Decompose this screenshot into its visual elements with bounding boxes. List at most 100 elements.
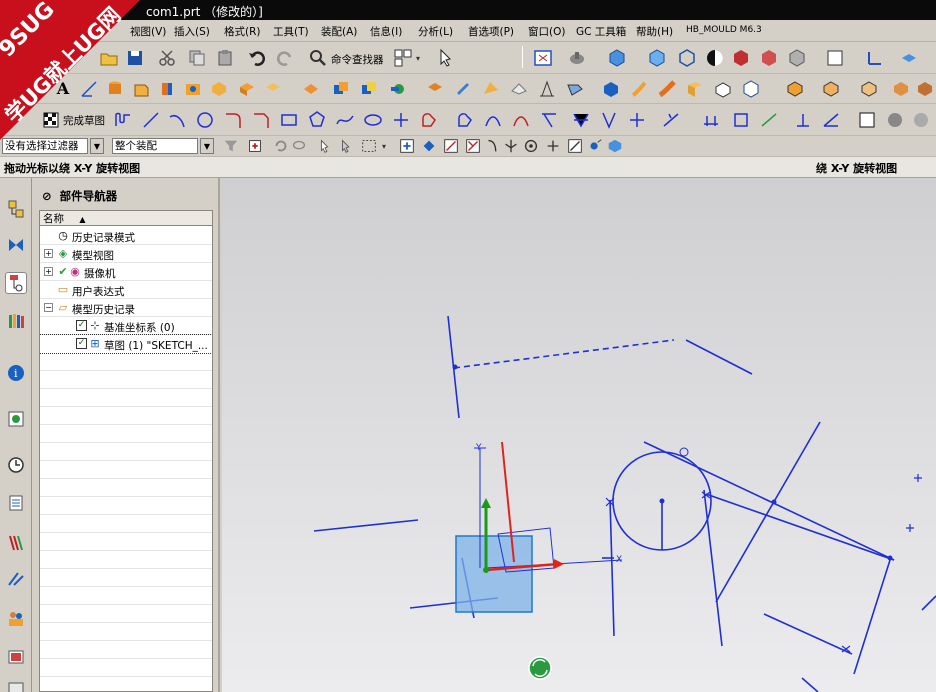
chevron-down-icon[interactable]: ▾	[382, 142, 386, 151]
selection-scope-select[interactable]: 整个装配	[112, 138, 198, 154]
constraint-navigator-icon[interactable]	[5, 234, 27, 256]
reuse-library-icon[interactable]	[5, 310, 27, 332]
menu-information[interactable]: 信息(I)	[370, 24, 402, 39]
snap-midpoint-icon[interactable]	[420, 136, 438, 156]
quick-extend-icon[interactable]	[510, 109, 532, 131]
select-feature-icon[interactable]	[316, 136, 334, 156]
tree-item-datum-csys[interactable]: ✓ ⊹ 基准坐标系 (0)	[40, 317, 212, 335]
csys-cube[interactable]	[455, 535, 533, 613]
pattern-feature-icon[interactable]	[600, 78, 622, 100]
trim-body-icon[interactable]	[480, 78, 502, 100]
sew-icon[interactable]	[508, 78, 530, 100]
pocket-icon[interactable]	[236, 78, 258, 100]
sketch-line[interactable]	[609, 499, 615, 637]
history-palette-icon[interactable]	[5, 454, 27, 476]
menu-insert[interactable]: 插入(S)	[174, 24, 210, 39]
profile-icon[interactable]	[112, 109, 134, 131]
selection-scope-dropdown-icon[interactable]: ▼	[200, 138, 214, 154]
make-corner-icon[interactable]	[538, 109, 560, 131]
roles-icon[interactable]	[5, 608, 27, 630]
command-finder-label[interactable]: 命令查找器	[331, 52, 384, 67]
through-curves-icon[interactable]	[712, 78, 734, 100]
horizontal-dim-icon[interactable]	[700, 109, 722, 131]
angular-dim-icon[interactable]	[820, 109, 842, 131]
menu-format[interactable]: 格式(R)	[224, 24, 261, 39]
palette-icon[interactable]	[5, 678, 27, 692]
snap-intersection-icon[interactable]	[464, 136, 482, 156]
sketch-line[interactable]	[715, 421, 821, 603]
cylinder-icon[interactable]	[104, 78, 126, 100]
sketch-line[interactable]	[643, 441, 895, 561]
sketch-properties-icon[interactable]	[856, 109, 878, 131]
shaded-cube-icon[interactable]	[606, 47, 628, 69]
select-body-icon[interactable]	[338, 136, 356, 156]
extrude-icon[interactable]	[130, 78, 152, 100]
process-studio-icon[interactable]	[5, 532, 27, 554]
mirror-feature-icon[interactable]	[628, 78, 650, 100]
save-icon[interactable]	[124, 47, 146, 69]
hole-icon[interactable]	[182, 78, 204, 100]
sketch-point[interactable]	[679, 447, 689, 457]
collapse-toggle[interactable]: −	[44, 303, 53, 312]
background-color-icon[interactable]	[824, 47, 846, 69]
graphics-window[interactable]: Y X	[222, 178, 936, 692]
visibility-checkbox[interactable]: ✓	[76, 338, 87, 349]
pad-icon[interactable]	[262, 78, 284, 100]
tree-item-sketch[interactable]: ✓ ⊞ 草图 (1) "SKETCH_...	[40, 334, 212, 354]
cursor-select-icon[interactable]	[436, 47, 458, 69]
hd3d-tools-icon[interactable]: i	[5, 362, 27, 384]
part-navigator-icon[interactable]	[5, 272, 27, 294]
assembly-navigator-icon[interactable]	[5, 198, 27, 220]
offset-curve-icon[interactable]	[418, 109, 440, 131]
snap-point-on-curve-icon[interactable]	[566, 136, 584, 156]
finish-sketch-label[interactable]: 完成草图	[63, 113, 105, 128]
command-finder-icon[interactable]	[306, 47, 330, 69]
web-browser-icon[interactable]	[5, 408, 27, 430]
instance-geometry-icon[interactable]	[890, 78, 912, 100]
animate-dimension-icon[interactable]	[660, 109, 682, 131]
lasso-icon[interactable]	[290, 136, 308, 156]
extract-geometry-icon[interactable]	[784, 78, 806, 100]
sketch-canvas[interactable]: Y X	[222, 178, 936, 692]
edge-blend-icon[interactable]	[388, 78, 410, 100]
ellipse-icon[interactable]	[362, 109, 384, 131]
menu-analysis[interactable]: 分析(L)	[418, 24, 453, 39]
fillet-icon[interactable]	[222, 109, 244, 131]
draft-icon[interactable]	[536, 78, 558, 100]
menu-gc-toolbox[interactable]: GC 工具箱	[576, 24, 626, 39]
menu-hb-mould[interactable]: HB_MOULD M6.3	[686, 25, 762, 35]
redo-icon[interactable]	[274, 47, 296, 69]
hidden-edges-icon[interactable]	[676, 47, 698, 69]
bounded-plane-icon[interactable]	[740, 78, 762, 100]
open-icon[interactable]	[98, 47, 120, 69]
sketch-line[interactable]	[921, 595, 936, 611]
undo-select-icon[interactable]	[272, 136, 290, 156]
snap-tangent-icon[interactable]	[522, 136, 540, 156]
rectangle-icon[interactable]	[278, 109, 300, 131]
offset-face-icon[interactable]	[564, 78, 586, 100]
snap-bounded-grid-icon[interactable]	[606, 136, 624, 156]
text-tool-icon[interactable]: A	[52, 78, 74, 100]
replace-face-icon[interactable]	[914, 78, 936, 100]
ruled-surface-icon[interactable]	[684, 78, 706, 100]
thread-icon[interactable]	[300, 78, 322, 100]
snap-point-icon[interactable]	[246, 136, 264, 156]
auto-constrain-icon[interactable]	[598, 109, 620, 131]
revolve-icon[interactable]	[156, 78, 178, 100]
type-filter-dropdown-icon[interactable]: ▼	[90, 138, 104, 154]
datum-axis-icon[interactable]	[78, 78, 100, 100]
undo-icon[interactable]	[246, 47, 268, 69]
sketch-line[interactable]	[703, 489, 723, 647]
chamfer-icon[interactable]	[424, 78, 446, 100]
tree-item-user-expressions[interactable]: ▭ 用户表达式	[40, 281, 212, 299]
fit-view-icon[interactable]	[532, 47, 554, 69]
clip-section-icon[interactable]	[786, 47, 808, 69]
tree-item-model-views[interactable]: + ◈ 模型视图	[40, 245, 212, 263]
quick-trim-icon[interactable]	[482, 109, 504, 131]
expand-toggle[interactable]: +	[44, 267, 53, 276]
menu-window[interactable]: 窗口(O)	[528, 24, 565, 39]
column-header-name[interactable]: 名称 ▲	[40, 211, 212, 226]
tree-item-cameras[interactable]: + ✔ ◉ 摄像机	[40, 263, 212, 281]
menu-view[interactable]: 视图(V)	[130, 24, 166, 39]
polygon-icon[interactable]	[306, 109, 328, 131]
